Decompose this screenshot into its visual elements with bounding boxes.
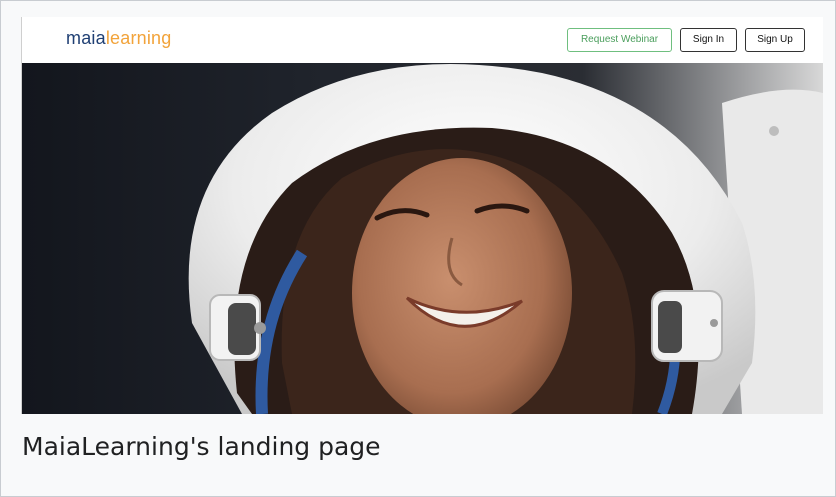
landing-page-screenshot: maialearning Request Webinar Sign In Sig… <box>21 17 823 414</box>
hero-image <box>22 63 823 414</box>
hero-illustration <box>22 63 823 414</box>
figure-caption: MaiaLearning's landing page <box>22 432 381 461</box>
sign-up-button[interactable]: Sign Up <box>745 28 805 52</box>
top-navbar: maialearning Request Webinar Sign In Sig… <box>22 17 823 63</box>
sign-in-button[interactable]: Sign In <box>680 28 737 52</box>
request-webinar-button[interactable]: Request Webinar <box>567 28 672 52</box>
logo-text-learning: learning <box>105 28 172 48</box>
logo-text-maia: maia <box>66 28 106 48</box>
brand-logo[interactable]: maialearning <box>66 28 171 49</box>
figure-frame: maialearning Request Webinar Sign In Sig… <box>0 0 836 497</box>
